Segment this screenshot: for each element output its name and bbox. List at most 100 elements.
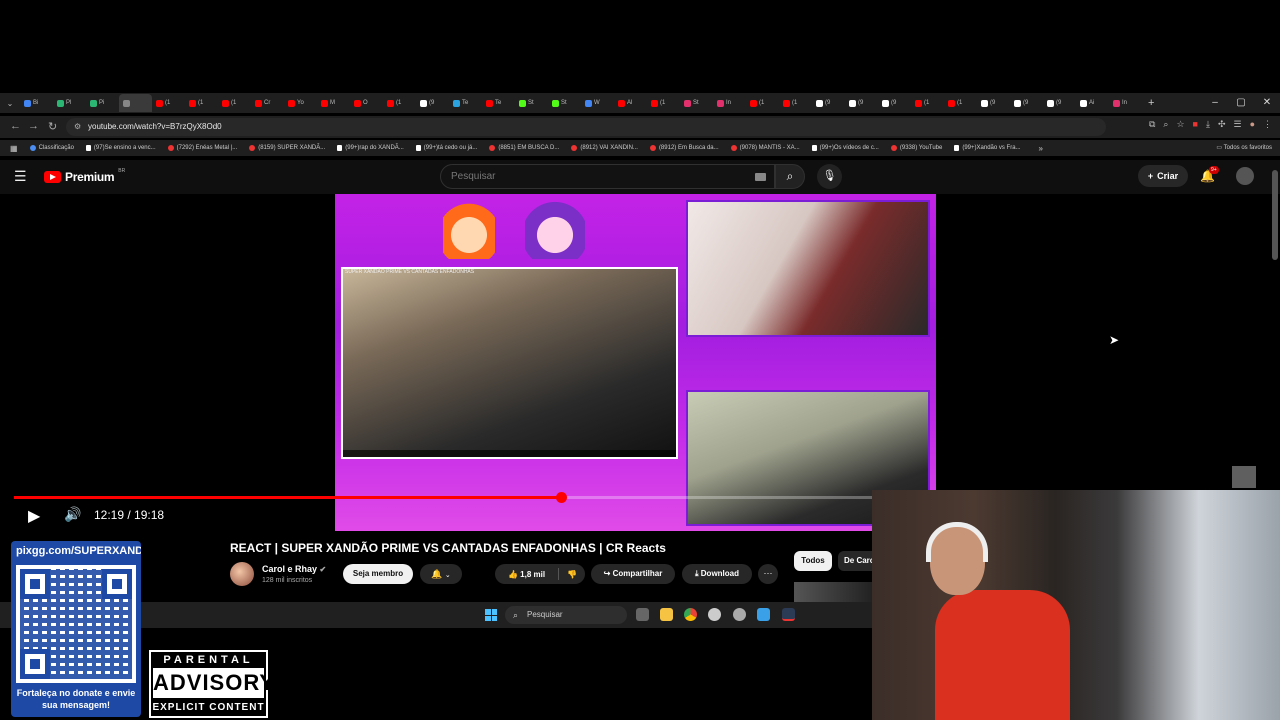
url-field[interactable]: ⚙ youtube.com/watch?v=B7rzQyX8Od0 [66, 118, 1106, 136]
browser-menu-icon[interactable]: ⋮ [1263, 119, 1272, 130]
browser-tab[interactable]: (1 [779, 94, 812, 112]
taskbar-search[interactable]: ⌕ Pesquisar [505, 606, 627, 624]
browser-tab[interactable]: (1 [185, 94, 218, 112]
search-input[interactable]: Pesquisar [440, 164, 775, 189]
back-icon[interactable]: ← [10, 120, 21, 132]
hamburger-menu-icon[interactable]: ☰ [14, 168, 27, 185]
reload-icon[interactable]: ↻ [48, 120, 57, 133]
bookmark-item[interactable]: (8851) EM BUSCA D... [489, 145, 559, 151]
recommended-thumbnail[interactable] [794, 582, 872, 604]
file-explorer-icon[interactable] [660, 608, 673, 621]
apps-grid-icon[interactable]: ▦ [10, 144, 18, 153]
browser-tab[interactable]: Te [482, 94, 515, 112]
download-button[interactable]: ⤓ Download [682, 564, 752, 584]
bookmark-item[interactable]: (99+)Xandão vs Fra... [954, 145, 1021, 151]
forward-icon[interactable]: → [28, 120, 39, 132]
windows-start-icon[interactable] [485, 609, 497, 621]
bookmark-item[interactable]: (7292) Enéas Metal |... [167, 145, 237, 151]
bookmark-overflow-icon[interactable]: » [1039, 144, 1043, 153]
profile-icon[interactable]: ● [1250, 119, 1255, 130]
channel-name[interactable]: Carol e Rhay ✔ [262, 564, 326, 574]
browser-tab[interactable]: St [548, 94, 581, 112]
browser-tab[interactable]: Pl [53, 94, 86, 112]
browser-tab[interactable]: (1 [944, 94, 977, 112]
site-info-icon[interactable]: ⚙ [74, 118, 81, 136]
bookmark-star-icon[interactable]: ☆ [1176, 119, 1184, 130]
youtube-premium-logo[interactable]: Premium BR [44, 168, 125, 184]
like-button[interactable]: 👍 1,8 mil [495, 570, 558, 579]
bookmark-item[interactable]: (8912) VAI XANDIN... [571, 145, 638, 151]
voice-search-button[interactable]: 🎙 [817, 164, 842, 189]
volume-icon[interactable]: 🔊 [64, 506, 81, 523]
steam-icon[interactable] [782, 608, 795, 621]
scrubber-handle[interactable] [555, 492, 567, 503]
bookmark-item[interactable]: (99+)Os vídeos de c... [811, 145, 879, 151]
browser-tab[interactable]: M [317, 94, 350, 112]
more-actions-button[interactable]: ··· [758, 564, 778, 584]
browser-tab[interactable]: Al [614, 94, 647, 112]
browser-tab[interactable]: (9 [977, 94, 1010, 112]
bookmark-item[interactable]: (99+)tá cedo ou já... [415, 145, 477, 151]
browser-tab[interactable]: (1 [218, 94, 251, 112]
settings-icon[interactable] [733, 608, 746, 621]
browser-tab[interactable]: (9 [812, 94, 845, 112]
account-avatar[interactable] [1236, 167, 1254, 185]
create-button[interactable]: + Criar [1138, 165, 1188, 187]
bookmark-item[interactable]: (9078) MANTIS - XA... [730, 145, 800, 151]
browser-tab[interactable]: Ai [1076, 94, 1109, 112]
search-button[interactable]: ⌕ [775, 164, 805, 189]
bookmark-item[interactable]: (99+)rap do XANDÃ... [337, 145, 404, 151]
browser-tab[interactable]: (1 [647, 94, 680, 112]
bookmark-item[interactable]: (8912) Em Busca da... [649, 145, 719, 151]
browser-tab[interactable]: (1 [383, 94, 416, 112]
share-button[interactable]: ↪ Compartilhar [591, 564, 675, 584]
download-icon[interactable]: ⤓ [1206, 119, 1210, 130]
bookmark-item[interactable]: Classificação [29, 145, 74, 151]
extension-icon[interactable]: ■ [1193, 119, 1198, 130]
browser-tab[interactable]: (9 [845, 94, 878, 112]
keyboard-icon[interactable] [755, 173, 766, 181]
chip-all[interactable]: Todos [794, 551, 832, 571]
browser-tab[interactable]: Cr [251, 94, 284, 112]
maximize-icon[interactable]: ▢ [1228, 93, 1254, 113]
browser-tab[interactable]: W [581, 94, 614, 112]
browser-tab[interactable]: (9 [1010, 94, 1043, 112]
browser-tab[interactable]: Yo [284, 94, 317, 112]
browser-tab[interactable] [119, 94, 152, 112]
browser-tab[interactable]: (9 [1043, 94, 1076, 112]
zoom-icon[interactable]: ⌕ [1163, 119, 1168, 130]
chip-from-channel[interactable]: De Carol [838, 551, 872, 571]
task-view-icon[interactable] [636, 608, 649, 621]
browser-tab[interactable]: In [713, 94, 746, 112]
new-tab-button[interactable]: + [1148, 97, 1154, 109]
browser-tab[interactable]: (1 [746, 94, 779, 112]
browser-tab[interactable]: (1 [152, 94, 185, 112]
browser-tab[interactable]: Te [449, 94, 482, 112]
bookmark-item[interactable]: (8159) SUPER XANDÃ... [249, 145, 325, 151]
dislike-button[interactable]: 👎 [559, 570, 585, 579]
chrome-icon[interactable] [684, 608, 697, 621]
progress-bar[interactable] [14, 492, 872, 503]
browser-tab[interactable]: (9 [878, 94, 911, 112]
channel-avatar[interactable] [230, 562, 254, 586]
browser-tab[interactable]: In [1109, 94, 1142, 112]
close-icon[interactable]: ✕ [1254, 93, 1280, 113]
join-button[interactable]: Seja membro [343, 564, 413, 584]
browser-tab[interactable]: St [680, 94, 713, 112]
play-icon[interactable]: ▶ [28, 506, 40, 526]
all-favorites-link[interactable]: ▭ Todos os favoritos [1216, 140, 1272, 156]
app-blue-icon[interactable] [757, 608, 770, 621]
browser-tab[interactable]: O [350, 94, 383, 112]
tab-list-icon[interactable]: ⌄ [0, 99, 20, 108]
bookmark-item[interactable]: (9338) YouTube [890, 145, 942, 151]
media-icon[interactable]: ☰ [1233, 119, 1241, 130]
bookmark-item[interactable]: (97)Se ensino a venc... [85, 145, 156, 151]
install-icon[interactable]: ⧉ [1149, 119, 1155, 130]
subscription-bell-button[interactable]: 🔔 ⌄ [420, 564, 462, 584]
browser-tab[interactable]: Pi [86, 94, 119, 112]
browser-tab[interactable]: (9 [416, 94, 449, 112]
extensions-icon[interactable]: ✣ [1218, 119, 1226, 130]
minimize-icon[interactable]: – [1202, 93, 1228, 113]
browser-tab[interactable]: Bi [20, 94, 53, 112]
browser-tab[interactable]: (1 [911, 94, 944, 112]
